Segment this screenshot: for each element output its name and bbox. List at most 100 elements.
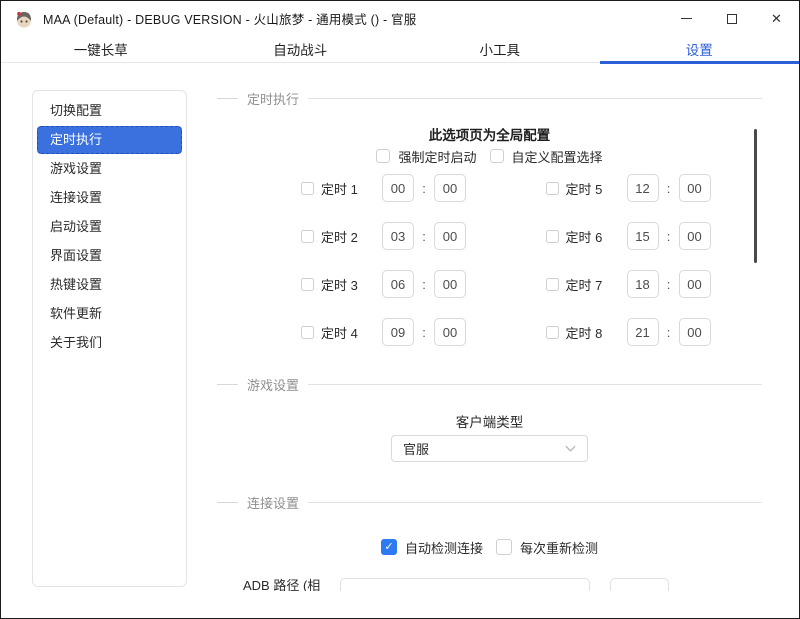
tab-settings[interactable]: 设置 xyxy=(599,36,800,64)
timer-row-2: 定时 2 : xyxy=(301,222,518,250)
sidebar-item-switch-config[interactable]: 切换配置 xyxy=(37,97,182,125)
colon-separator: : xyxy=(422,276,426,292)
sidebar-item-startup[interactable]: 启动设置 xyxy=(37,213,182,241)
section-header-connection: 连接设置 xyxy=(217,494,762,511)
colon-separator: : xyxy=(666,180,671,196)
timer-3-minute-input[interactable] xyxy=(434,270,466,298)
timer-5-label: 定时 5 xyxy=(565,181,603,197)
window-title: MAA (Default) - DEBUG VERSION - 火山旅梦 - 通… xyxy=(43,13,417,27)
timer-row-7: 定时 7 : xyxy=(545,270,763,298)
timer-2-label: 定时 2 xyxy=(321,229,358,245)
sidebar-item-software-update[interactable]: 软件更新 xyxy=(37,300,182,328)
close-button[interactable]: ✕ xyxy=(754,1,799,36)
tab-copilot[interactable]: 自动战斗 xyxy=(201,36,401,62)
redetect-every-time-label: 每次重新检测 xyxy=(520,540,599,556)
force-scheduled-start-label: 强制定时启动 xyxy=(398,149,477,165)
timer-6-label: 定时 6 xyxy=(565,229,603,245)
global-config-note: 此选项页为全局配置 xyxy=(428,128,551,143)
adb-browse-button[interactable] xyxy=(610,578,669,591)
app-window: MAA (Default) - DEBUG VERSION - 火山旅梦 - 通… xyxy=(0,0,800,619)
timer-row-1: 定时 1 : xyxy=(301,174,518,202)
minimize-button[interactable] xyxy=(664,1,709,36)
custom-config-select-checkbox[interactable] xyxy=(489,149,504,163)
timer-4-label: 定时 4 xyxy=(321,325,358,341)
colon-separator: : xyxy=(666,324,671,340)
client-type-dropdown[interactable]: 官服 xyxy=(391,435,588,462)
minimize-icon xyxy=(681,18,692,19)
timer-4-minute-input[interactable] xyxy=(434,318,466,346)
colon-separator: : xyxy=(666,228,671,244)
divider xyxy=(308,97,762,99)
timer-2-minute-input[interactable] xyxy=(434,222,466,250)
timer-5-hour-input[interactable] xyxy=(626,174,659,202)
force-scheduled-start-option[interactable]: 强制定时启动 xyxy=(376,147,477,166)
adb-path-input[interactable] xyxy=(340,578,590,591)
redetect-every-time-checkbox[interactable] xyxy=(496,539,512,555)
timer-row-5: 定时 5 : xyxy=(545,174,763,202)
custom-config-select-label: 自定义配置选择 xyxy=(511,149,603,165)
redetect-every-time-option[interactable]: 每次重新检测 xyxy=(496,538,598,557)
timer-6-checkbox[interactable] xyxy=(545,229,559,243)
timer-8-label: 定时 8 xyxy=(565,325,603,341)
scrollbar-thumb[interactable] xyxy=(754,129,757,263)
client-type-label: 客户端类型 xyxy=(455,415,524,430)
tab-tools[interactable]: 小工具 xyxy=(400,36,600,62)
close-icon: ✕ xyxy=(771,11,782,26)
timer-6-minute-input[interactable] xyxy=(678,222,711,250)
timer-7-label: 定时 7 xyxy=(565,277,603,293)
timer-8-checkbox[interactable] xyxy=(545,325,559,339)
timer-8-hour-input[interactable] xyxy=(626,318,659,346)
force-scheduled-start-checkbox[interactable] xyxy=(376,149,391,163)
colon-separator: : xyxy=(422,180,426,196)
timer-2-hour-input[interactable] xyxy=(382,222,414,250)
timer-4-checkbox[interactable] xyxy=(301,325,314,339)
sidebar-item-interface[interactable]: 界面设置 xyxy=(37,242,182,270)
timer-7-hour-input[interactable] xyxy=(626,270,659,298)
chevron-down-icon xyxy=(565,445,576,452)
maximize-icon xyxy=(726,13,737,24)
connection-option-row: 自动检测连接 每次重新检测 xyxy=(217,538,762,556)
sidebar-item-about-us[interactable]: 关于我们 xyxy=(37,329,182,357)
section-title: 游戏设置 xyxy=(247,377,300,393)
divider xyxy=(217,97,238,99)
timer-7-checkbox[interactable] xyxy=(545,277,559,291)
timer-5-checkbox[interactable] xyxy=(545,181,559,195)
timer-1-label: 定时 1 xyxy=(321,181,358,197)
sidebar-item-game-settings[interactable]: 游戏设置 xyxy=(37,155,182,183)
tab-farming[interactable]: 一键长草 xyxy=(1,36,201,62)
sidebar-item-hotkeys[interactable]: 热键设置 xyxy=(37,271,182,299)
custom-config-select-option[interactable]: 自定义配置选择 xyxy=(489,147,603,166)
divider xyxy=(217,501,238,503)
timer-5-minute-input[interactable] xyxy=(678,174,711,202)
settings-content: 定时执行 此选项页为全局配置 强制定时启动 自定义配置选择 定时 1 : xyxy=(217,63,762,591)
divider xyxy=(217,383,238,385)
colon-separator: : xyxy=(422,228,426,244)
timer-1-hour-input[interactable] xyxy=(382,174,414,202)
timer-1-checkbox[interactable] xyxy=(301,181,314,195)
timer-3-checkbox[interactable] xyxy=(301,277,314,291)
maximize-button[interactable] xyxy=(709,1,754,36)
sidebar-item-connection[interactable]: 连接设置 xyxy=(37,184,182,212)
section-title: 定时执行 xyxy=(247,91,300,107)
timer-4-hour-input[interactable] xyxy=(382,318,414,346)
section-header-timer: 定时执行 xyxy=(217,90,762,107)
timer-7-minute-input[interactable] xyxy=(678,270,711,298)
timer-8-minute-input[interactable] xyxy=(678,318,711,346)
timer-2-checkbox[interactable] xyxy=(301,229,314,243)
colon-separator: : xyxy=(422,324,426,340)
timer-row-8: 定时 8 : xyxy=(545,318,763,346)
section-header-game: 游戏设置 xyxy=(217,376,762,393)
timer-3-hour-input[interactable] xyxy=(382,270,414,298)
auto-detect-connection-checkbox[interactable] xyxy=(380,539,397,555)
timer-6-hour-input[interactable] xyxy=(626,222,659,250)
timer-grid: 定时 1 : 定时 5 : 定时 2 : 定时 6 xyxy=(301,174,762,346)
timer-row-6: 定时 6 : xyxy=(545,222,763,250)
auto-detect-connection-option[interactable]: 自动检测连接 xyxy=(380,538,483,557)
app-logo-icon xyxy=(16,11,32,27)
timer-row-4: 定时 4 : xyxy=(301,318,518,346)
title-bar[interactable]: MAA (Default) - DEBUG VERSION - 火山旅梦 - 通… xyxy=(1,1,799,36)
adb-path-row: ADB 路径 (相 xyxy=(217,573,762,591)
timer-1-minute-input[interactable] xyxy=(434,174,466,202)
divider xyxy=(308,383,762,385)
sidebar-item-timer[interactable]: 定时执行 xyxy=(37,126,182,154)
